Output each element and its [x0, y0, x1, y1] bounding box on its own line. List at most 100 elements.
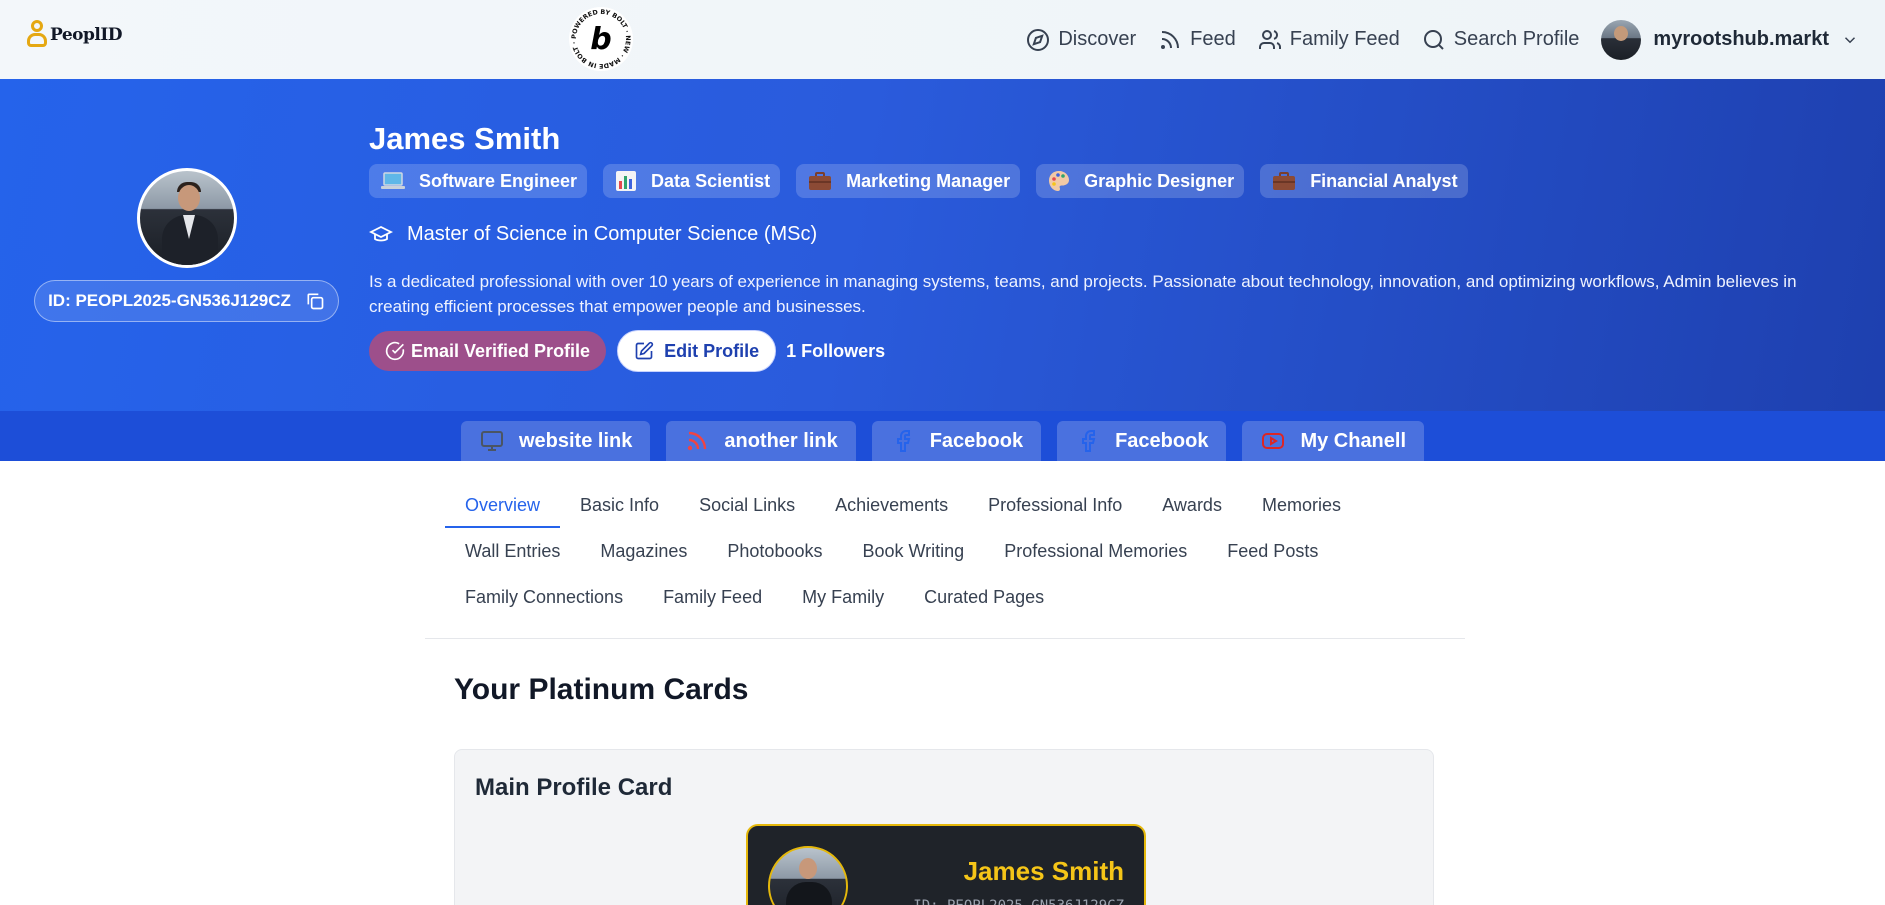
brand-name: PeoplID [50, 25, 123, 45]
svg-text:b: b [590, 22, 611, 57]
users-icon [1258, 29, 1281, 49]
profile-hero: ID: PEOPL2025-GN536J129CZ James Smith So… [0, 79, 1885, 411]
palette-icon [1049, 171, 1070, 191]
tab-memories[interactable]: Memories [1242, 485, 1361, 528]
tab-professional-info[interactable]: Professional Info [968, 485, 1142, 528]
link-label: My Chanell [1300, 429, 1407, 452]
brand-logo[interactable]: PeoplID [26, 20, 123, 50]
main-profile-card-panel: Main Profile Card James Smith ID: PEOPL2… [454, 749, 1434, 905]
bolt-badge-icon[interactable]: POWERED BY BOLT · NEW · MADE IN BOLT · N… [566, 4, 636, 74]
card-id: ID: PEOPL2025-GN536J129CZ [913, 898, 1124, 905]
role-tag: Financial Analyst [1260, 164, 1468, 198]
panel-title: Main Profile Card [475, 774, 673, 801]
search-icon [1423, 29, 1444, 50]
tab-feed-posts[interactable]: Feed Posts [1207, 531, 1338, 574]
tabs-divider [425, 638, 1465, 639]
role-label: Graphic Designer [1084, 170, 1235, 191]
copy-icon[interactable] [305, 291, 325, 311]
person-logo-icon [26, 20, 48, 50]
role-tag: Data Scientist [603, 164, 781, 198]
tab-wall-entries[interactable]: Wall Entries [445, 531, 580, 574]
tab-curated-pages[interactable]: Curated Pages [904, 577, 1064, 620]
profile-bio: Is a dedicated professional with over 10… [369, 272, 1797, 316]
section-title: Your Platinum Cards [454, 673, 749, 706]
edit-profile-button[interactable]: Edit Profile [617, 330, 777, 372]
chevron-down-icon [1844, 36, 1856, 43]
tab-row-1: Overview Basic Info Social Links Achieve… [445, 485, 1465, 531]
monitor-icon [480, 431, 503, 451]
nav-discover-label: Discover [1058, 28, 1137, 50]
tab-row-3: Family Connections Family Feed My Family… [445, 577, 1465, 623]
briefcase-icon [1273, 172, 1296, 190]
nav-links: Discover Feed Family Feed Search Profile… [1026, 0, 1885, 79]
platinum-profile-card[interactable]: James Smith ID: PEOPL2025-GN536J129CZ [746, 824, 1146, 905]
nav-family-feed-label: Family Feed [1289, 28, 1400, 50]
tab-magazines[interactable]: Magazines [580, 531, 707, 574]
role-tag: Marketing Manager [796, 164, 1021, 198]
education-text: Master of Science in Computer Science (M… [407, 222, 818, 245]
tab-achievements[interactable]: Achievements [815, 485, 968, 528]
link-label: website link [518, 429, 633, 452]
top-navigation: PeoplID POWERED BY BOLT · NEW · MADE IN … [0, 0, 1885, 79]
role-label: Software Engineer [419, 170, 578, 191]
social-links-strip: website link another link Facebook Faceb… [0, 411, 1885, 461]
profile-id-pill: ID: PEOPL2025-GN536J129CZ [34, 280, 339, 322]
role-label: Marketing Manager [846, 170, 1011, 191]
tab-book-writing[interactable]: Book Writing [842, 531, 984, 574]
role-label: Financial Analyst [1310, 170, 1458, 191]
nav-search-profile-label: Search Profile [1453, 28, 1580, 50]
nav-feed[interactable]: Feed [1158, 28, 1236, 52]
tab-awards[interactable]: Awards [1142, 485, 1242, 528]
bar-chart-icon [616, 171, 637, 191]
email-verified-badge: Email Verified Profile [369, 331, 607, 371]
tab-professional-memories[interactable]: Professional Memories [984, 531, 1207, 574]
user-name: myrootshub.markt [1653, 28, 1829, 50]
education-line: Master of Science in Computer Science (M… [369, 222, 817, 246]
user-menu[interactable]: myrootshub.markt [1601, 19, 1859, 60]
role-tag: Software Engineer [369, 164, 588, 198]
tab-basic-info[interactable]: Basic Info [560, 485, 679, 528]
graduation-cap-icon [369, 225, 393, 242]
tab-overview[interactable]: Overview [445, 485, 561, 528]
link-label: another link [724, 429, 838, 452]
facebook-icon [1082, 430, 1096, 452]
link-youtube[interactable]: My Chanell [1242, 421, 1425, 461]
briefcase-icon [809, 172, 832, 190]
card-avatar [768, 846, 848, 905]
role-tag: Graphic Designer [1036, 164, 1245, 198]
nav-search-profile[interactable]: Search Profile [1422, 28, 1580, 52]
link-website[interactable]: website link [460, 421, 651, 461]
link-facebook-2[interactable]: Facebook [1057, 421, 1227, 461]
tab-photobooks[interactable]: Photobooks [707, 531, 842, 574]
nav-discover[interactable]: Discover [1026, 28, 1136, 52]
tab-my-family[interactable]: My Family [782, 577, 904, 620]
tab-social-links[interactable]: Social Links [679, 485, 815, 528]
nav-feed-label: Feed [1190, 28, 1236, 50]
edit-profile-label: Edit Profile [664, 340, 760, 361]
profile-avatar [137, 168, 237, 268]
profile-id: ID: PEOPL2025-GN536J129CZ [48, 291, 291, 310]
user-avatar [1601, 19, 1642, 60]
tab-row-2: Wall Entries Magazines Photobooks Book W… [445, 531, 1465, 577]
youtube-icon [1262, 433, 1285, 449]
link-another[interactable]: another link [666, 421, 856, 461]
rss-icon [1161, 30, 1180, 49]
tab-family-connections[interactable]: Family Connections [445, 577, 643, 620]
email-verified-label: Email Verified Profile [411, 340, 591, 361]
edit-icon [635, 341, 654, 360]
rss-icon [688, 431, 707, 451]
nav-family-feed[interactable]: Family Feed [1258, 28, 1400, 52]
link-label: Facebook [1115, 429, 1209, 452]
profile-tabs: Overview Basic Info Social Links Achieve… [445, 485, 1465, 623]
facebook-icon [896, 430, 910, 452]
followers-count[interactable]: 1 Followers [786, 341, 885, 362]
laptop-icon [381, 172, 405, 189]
role-label: Data Scientist [651, 170, 771, 191]
profile-name: James Smith [369, 121, 561, 156]
card-name: James Smith [963, 856, 1124, 886]
link-facebook[interactable]: Facebook [871, 421, 1042, 461]
role-tags: Software Engineer Data Scientist Marketi… [369, 164, 1468, 198]
compass-icon [1027, 28, 1050, 51]
check-circle-icon [385, 341, 405, 361]
tab-family-feed[interactable]: Family Feed [643, 577, 782, 620]
